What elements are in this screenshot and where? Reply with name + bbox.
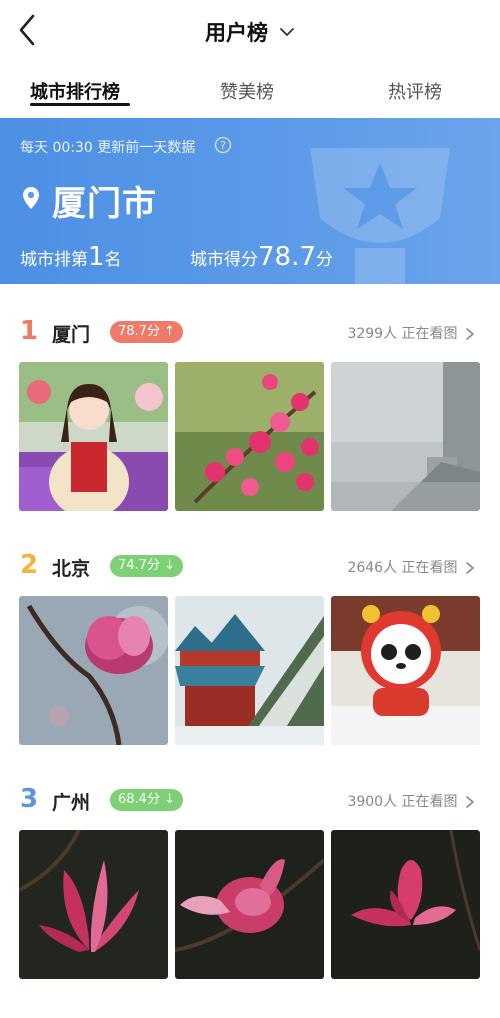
city-rank: 城市排第1名 [20, 242, 122, 272]
ranking-city-name: 北京 [52, 558, 91, 580]
magnolia-bud-photo [19, 596, 168, 745]
cherry-blossom-photo [175, 362, 324, 511]
ranking-row: 1 厦门 78.7分 ↑ 3299人 正在看图 [0, 316, 500, 516]
rank-number: 3 [20, 784, 39, 814]
tab-praise-ranking[interactable]: 赞美榜 [220, 78, 274, 104]
active-tab-indicator [30, 103, 130, 106]
city-summary-banner: 每天 00:30 更新前一天数据 ? 厦门市 城市排第1名 城市得分78.7分 [0, 118, 500, 284]
viewers-count: 2646人 正在看图 [347, 560, 458, 576]
score-badge: 78.7分 ↑ [110, 321, 183, 343]
rank-number: 2 [20, 550, 39, 580]
viewers-count: 3900人 正在看图 [347, 794, 458, 810]
score-badge: 68.4分 ↓ [110, 789, 183, 811]
viewers-count: 3299人 正在看图 [347, 326, 458, 342]
magnolia-flower-photo [19, 830, 168, 979]
viewers-link[interactable]: 3900人 正在看图 [347, 791, 476, 811]
chevron-down-icon [280, 28, 294, 36]
tab-city-ranking[interactable]: 城市排行榜 [30, 78, 120, 104]
photo-thumbnail[interactable] [175, 830, 324, 979]
magnolia-flower-photo [175, 830, 324, 979]
rank-number: 1 [20, 316, 39, 346]
photo-thumbnail[interactable] [19, 362, 168, 511]
photo-thumbnail[interactable] [175, 362, 324, 511]
ranking-row: 2 北京 74.7分 ↓ 2646人 正在看图 [0, 550, 500, 750]
photo-thumbnail[interactable] [19, 830, 168, 979]
viewers-link[interactable]: 2646人 正在看图 [347, 557, 476, 577]
ranking-row: 3 广州 68.4分 ↓ 3900人 正在看图 [0, 784, 500, 984]
photo-thumbnail[interactable] [331, 362, 480, 511]
photo-thumbnail[interactable] [331, 596, 480, 745]
magnolia-flower-photo [331, 830, 480, 979]
city-score-value: 78.7 [258, 242, 316, 272]
top-bar: 用户榜 [0, 0, 500, 62]
foggy-city-photo [331, 362, 480, 511]
location-pin-icon [23, 187, 39, 209]
photo-thumbnail[interactable] [331, 830, 480, 979]
page-title: 用户榜 [204, 21, 268, 45]
help-icon[interactable]: ? [214, 136, 232, 154]
current-city-name: 厦门市 [52, 184, 157, 224]
photo-thumbnail[interactable] [175, 596, 324, 745]
chevron-right-icon [466, 796, 474, 808]
update-note: 每天 00:30 更新前一天数据 [20, 140, 196, 156]
city-score: 城市得分78.7分 [190, 242, 333, 272]
tab-bar: 城市排行榜 赞美榜 热评榜 [0, 62, 500, 118]
leaderboard-selector[interactable]: 用户榜 [0, 17, 500, 47]
ranking-city-name: 广州 [52, 792, 91, 814]
city-rank-value: 1 [88, 242, 105, 272]
chevron-right-icon [466, 562, 474, 574]
ranking-city-name: 厦门 [52, 324, 91, 346]
girl-portrait-photo [19, 362, 168, 511]
svg-text:?: ? [220, 139, 226, 152]
tab-hot-comment-ranking[interactable]: 热评榜 [388, 78, 442, 104]
viewers-link[interactable]: 3299人 正在看图 [347, 323, 476, 343]
chevron-right-icon [466, 328, 474, 340]
photo-thumbnail[interactable] [19, 596, 168, 745]
temple-of-heaven-snow-photo [175, 596, 324, 745]
mascot-in-snow-photo [331, 596, 480, 745]
score-badge: 74.7分 ↓ [110, 555, 183, 577]
